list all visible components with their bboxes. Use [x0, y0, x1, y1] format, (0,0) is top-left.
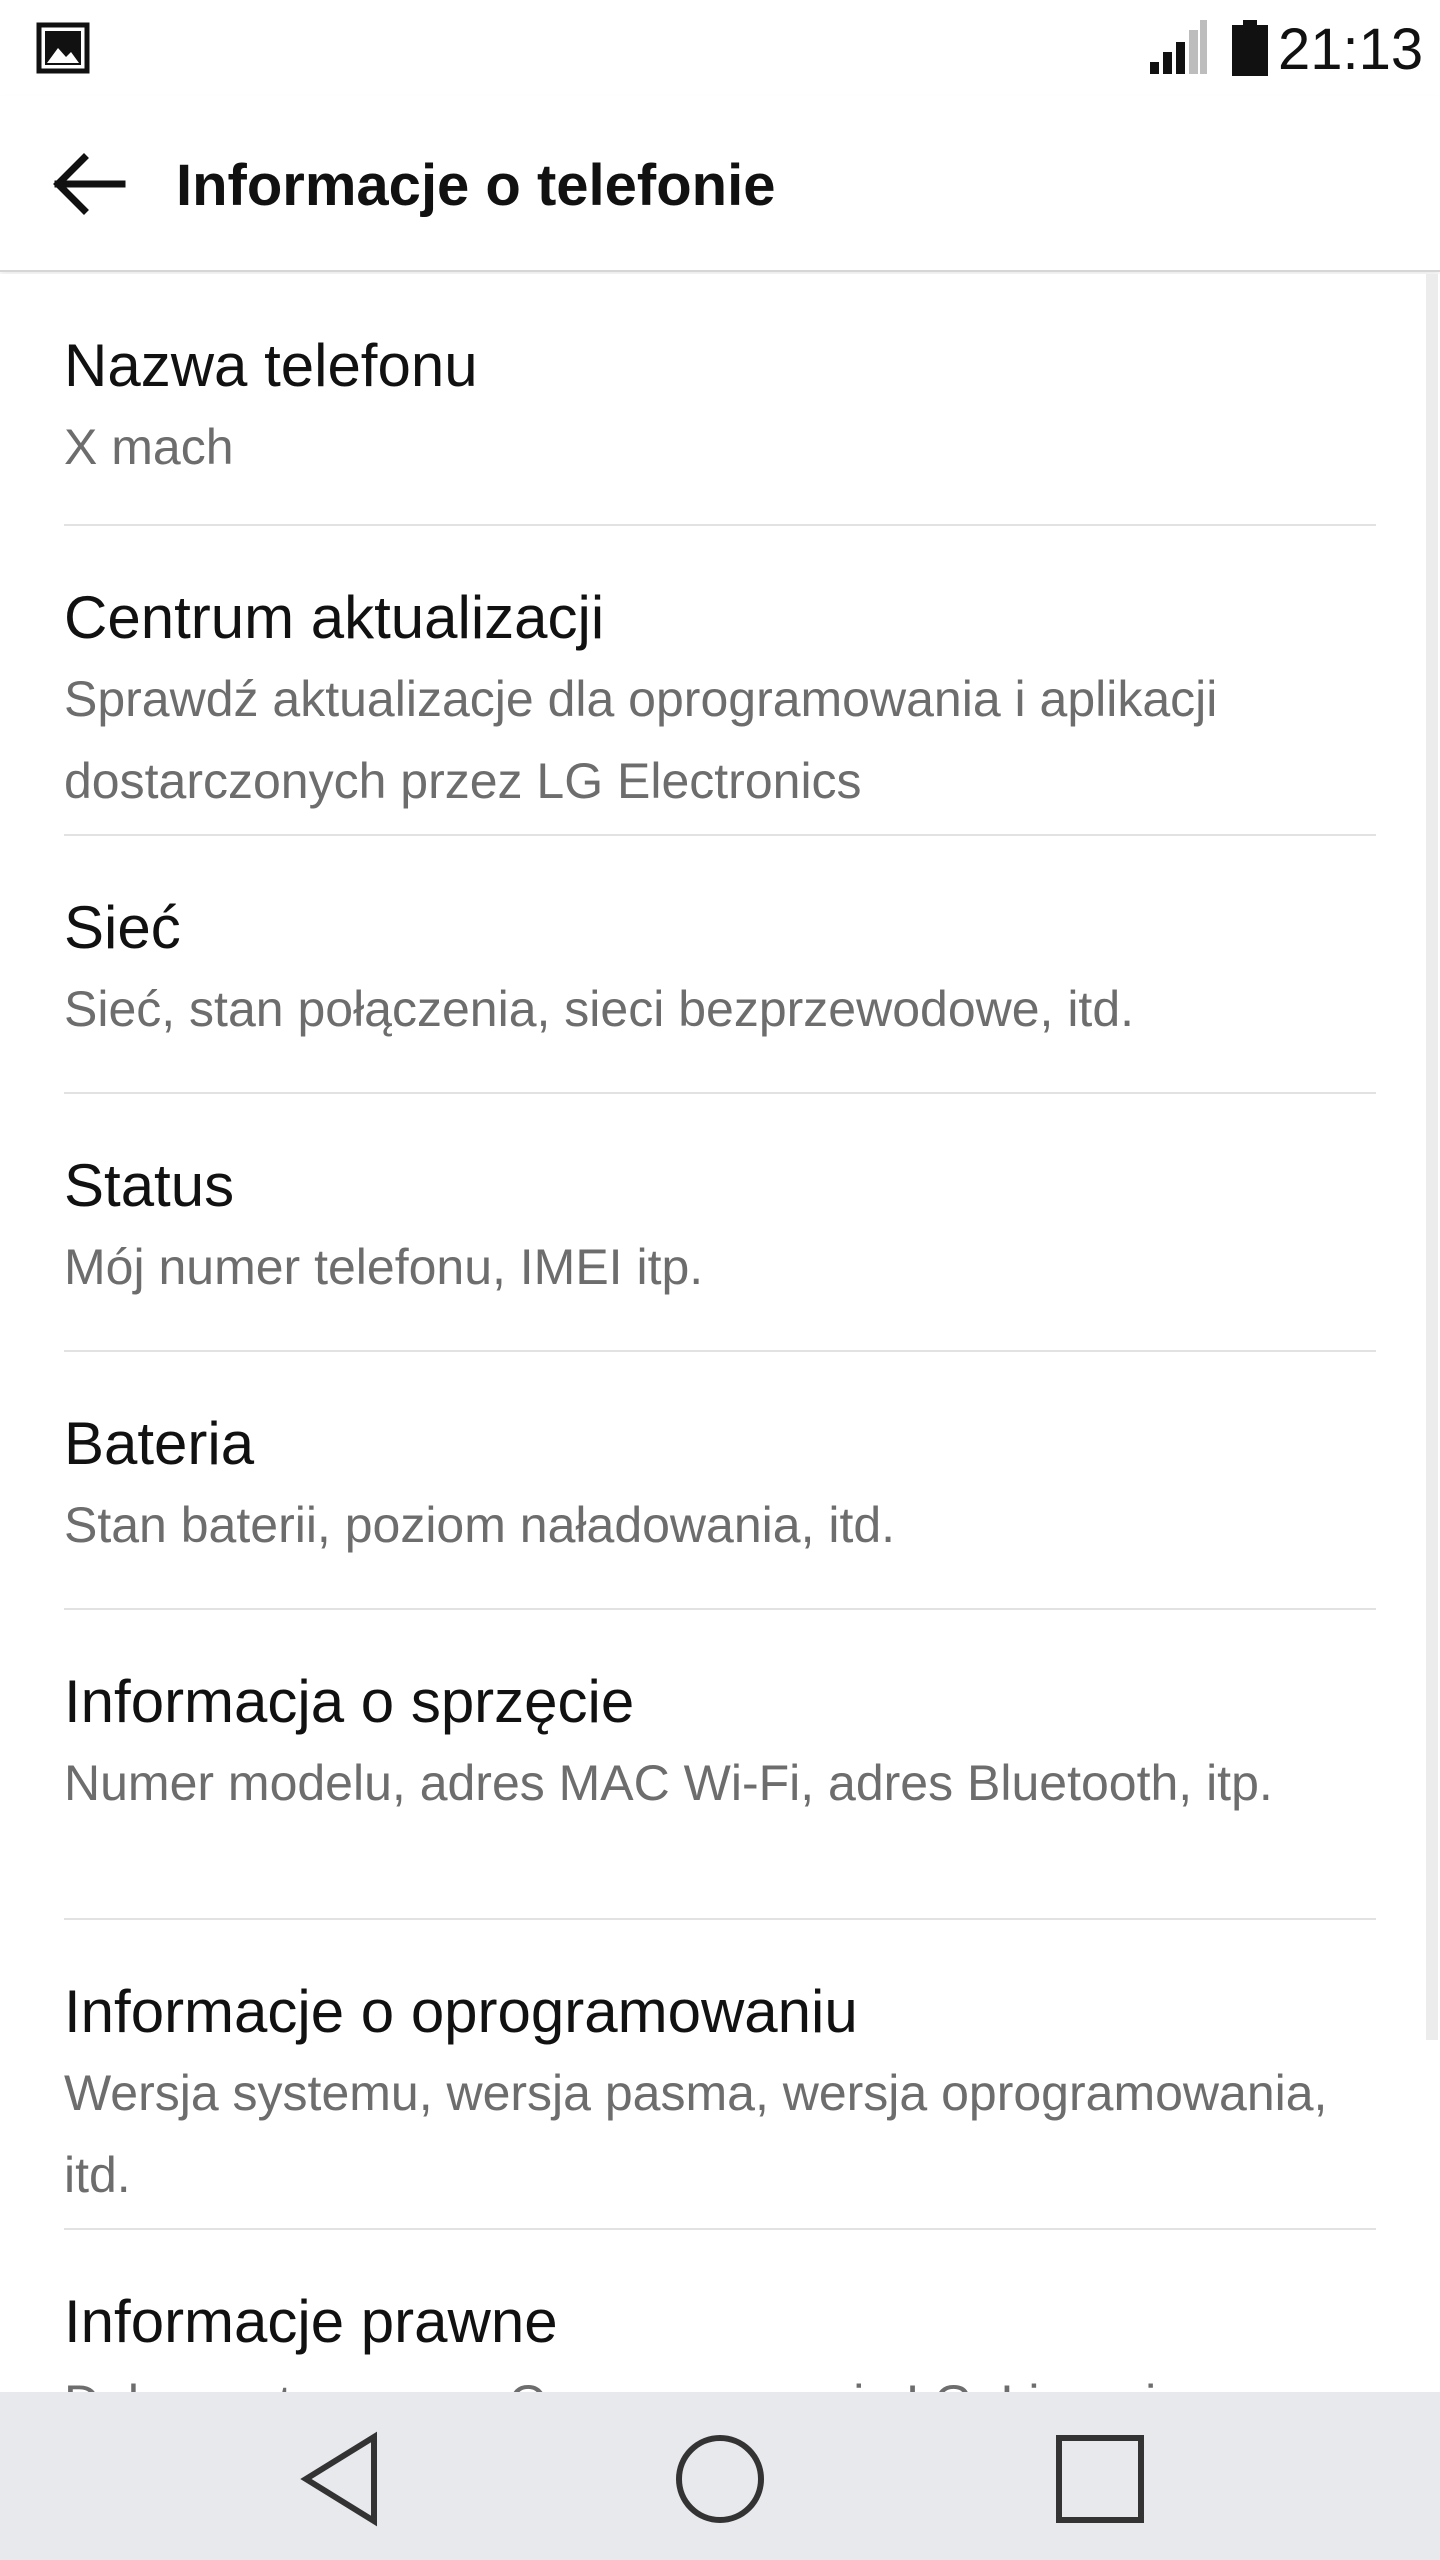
list-item-update-center[interactable]: Centrum aktualizacji Sprawdź aktualizacj… — [64, 526, 1376, 836]
list-item-title: Informacje o oprogramowaniu — [64, 1978, 858, 2045]
list-item-hardware-info[interactable]: Informacja o sprzęcie Numer modelu, adre… — [64, 1610, 1376, 1920]
list-item-network[interactable]: Sieć Sieć, stan połączenia, sieci bezprz… — [64, 836, 1376, 1094]
list-item-phone-name[interactable]: Nazwa telefonu X mach — [64, 274, 1376, 526]
list-item-subtitle: Sieć, stan połączenia, sieci bezprzewodo… — [64, 981, 1135, 1037]
list-item-subtitle: Mój numer telefonu, IMEI itp. — [64, 1239, 704, 1295]
list-item-title: Informacja o sprzęcie — [64, 1668, 635, 1735]
list-item-subtitle: Numer modelu, adres MAC Wi-Fi, adres Blu… — [64, 1755, 1273, 1811]
list-item-battery[interactable]: Bateria Stan baterii, poziom naładowania… — [64, 1352, 1376, 1610]
home-circle-icon — [672, 2431, 768, 2532]
list-item-subtitle: Stan baterii, poziom naładowania, itd. — [64, 1497, 896, 1553]
battery-icon — [1232, 20, 1268, 76]
list-item-title: Centrum aktualizacji — [64, 584, 605, 651]
list-item-title: Bateria — [64, 1410, 255, 1477]
back-button[interactable] — [40, 138, 136, 234]
status-time: 21:13 — [1278, 17, 1424, 82]
list-item-legal-info[interactable]: Informacje prawne Dokumenty prawne Oprog… — [64, 2230, 1376, 2392]
navigation-bar — [0, 2392, 1440, 2560]
list-item-title: Sieć — [64, 894, 181, 961]
back-triangle-icon — [296, 2431, 386, 2532]
nav-home-button[interactable] — [665, 2426, 775, 2536]
app-bar: Informacje o telefonie — [0, 96, 1440, 272]
list-item-subtitle: Sprawdź aktualizacje dla oprogramowania … — [64, 671, 1218, 809]
list-item-subtitle: Dokumenty prawne Oprogramowania LG, Lice… — [64, 2362, 1376, 2392]
list-item-software-info[interactable]: Informacje o oprogramowaniu Wersja syste… — [64, 1920, 1376, 2230]
nav-recents-button[interactable] — [1045, 2426, 1155, 2536]
list-item-title: Informacje prawne — [64, 2288, 558, 2355]
recents-square-icon — [1054, 2433, 1146, 2530]
settings-list[interactable]: Nazwa telefonu X mach Centrum aktualizac… — [0, 274, 1440, 2392]
list-item-subtitle: Wersja systemu, wersja pasma, wersja opr… — [64, 2065, 1328, 2203]
list-item-status[interactable]: Status Mój numer telefonu, IMEI itp. — [64, 1094, 1376, 1352]
list-item-title: Status — [64, 1152, 235, 1219]
list-item-subtitle: X mach — [64, 419, 234, 475]
status-bar: 21:13 — [0, 0, 1440, 96]
signal-icon — [1148, 18, 1208, 76]
page-title: Informacje o telefonie — [176, 153, 776, 218]
nav-back-button[interactable] — [286, 2426, 396, 2536]
scrollbar[interactable] — [1426, 274, 1438, 2040]
arrow-back-icon — [50, 152, 126, 221]
gallery-icon — [36, 22, 90, 74]
list-item-title: Nazwa telefonu — [64, 332, 478, 399]
